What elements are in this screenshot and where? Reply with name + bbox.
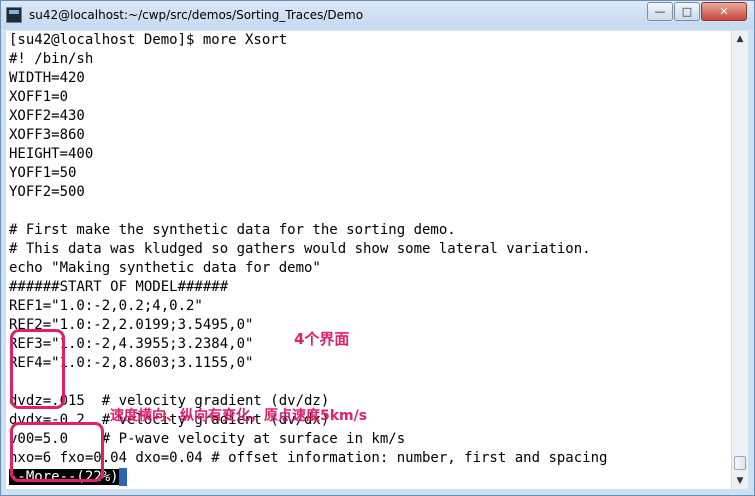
window-title: su42@localhost:~/cwp/src/demos/Sorting_T… — [29, 8, 364, 22]
text-cursor — [118, 468, 127, 486]
terminal-line: [su42@localhost Demo]$ more Xsort — [9, 32, 288, 48]
terminal-line: XOFF3=860 — [9, 127, 85, 143]
title-bar[interactable]: su42@localhost:~/cwp/src/demos/Sorting_T… — [1, 1, 754, 29]
terminal-line: YOFF2=500 — [9, 184, 85, 200]
annotation-box-velocity — [10, 422, 104, 482]
terminal-line: echo "Making synthetic data for demo" — [9, 260, 321, 276]
annotation-interfaces: 4个界面 — [294, 330, 350, 348]
maximize-button[interactable]: □ — [674, 2, 700, 21]
scroll-up-arrow-icon[interactable]: ▲ — [732, 31, 748, 47]
annotation-velocity-note: 速度横向、纵向有变化，原点速度5km/s — [110, 408, 368, 424]
scroll-down-arrow-icon[interactable]: ▼ — [732, 473, 748, 489]
terminal-line: HEIGHT=400 — [9, 146, 94, 162]
terminal-output[interactable]: [su42@localhost Demo]$ more Xsort #! /bi… — [6, 31, 731, 489]
vertical-scrollbar[interactable]: ▲ ▼ — [731, 31, 748, 489]
terminal-line: #! /bin/sh — [9, 51, 94, 67]
minimize-button[interactable]: — — [647, 2, 673, 21]
close-button[interactable]: ✕ — [701, 2, 747, 21]
terminal-line: ######START OF MODEL###### — [9, 279, 229, 295]
terminal-line: XOFF2=430 — [9, 108, 85, 124]
terminal-line: REF1="1.0:-2,0.2;4,0.2" — [9, 298, 203, 314]
terminal-line: YOFF1=50 — [9, 165, 77, 181]
terminal-line: # First make the synthetic data for the … — [9, 222, 456, 238]
terminal-line: XOFF1=0 — [9, 89, 69, 105]
scrollbar-thumb[interactable] — [734, 456, 746, 470]
terminal-line: WIDTH=420 — [9, 70, 85, 86]
annotation-box-interfaces — [10, 329, 65, 409]
terminal-app-icon[interactable] — [6, 7, 22, 23]
terminal-line: # This data was kludged so gathers would… — [9, 241, 591, 257]
terminal-window: su42@localhost:~/cwp/src/demos/Sorting_T… — [0, 0, 755, 496]
